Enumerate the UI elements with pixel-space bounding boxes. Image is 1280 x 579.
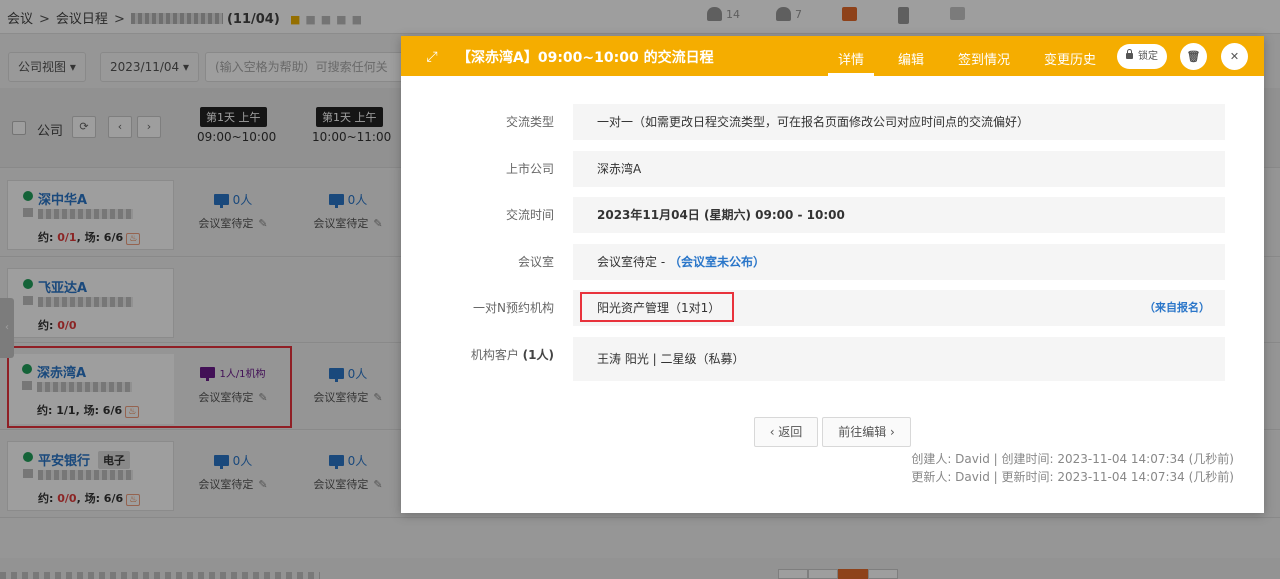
field-label: 机构客户 (1人) xyxy=(470,348,554,362)
close-button[interactable]: ✕ xyxy=(1221,43,1248,70)
field-value: 会议室待定 - （会议室未公布） xyxy=(573,244,1225,280)
trash-icon: 🗑 xyxy=(1186,50,1201,63)
field-value: 一对一（如需更改日程交流类型，可在报名页面修改公司对应时间点的交流偏好） xyxy=(573,104,1225,140)
modal-title: 【深赤湾A】09:00~10:00 的交流日程 xyxy=(457,50,714,66)
modal-header: ⤢ 【深赤湾A】09:00~10:00 的交流日程 详情 编辑 签到情况 变更历… xyxy=(401,36,1264,76)
field-label: 上市公司 xyxy=(505,162,554,176)
tab-checkin[interactable]: 签到情况 xyxy=(958,49,1010,68)
tab-details[interactable]: 详情 xyxy=(827,49,875,76)
field-label: 交流时间 xyxy=(505,208,554,222)
organization-highlight-box xyxy=(580,292,734,322)
field-value: 深赤湾A xyxy=(573,151,1225,187)
go-edit-button[interactable]: 前往编辑 › xyxy=(822,417,911,447)
field-value: 王涛 阳光 | 二星级（私募） xyxy=(573,337,1225,381)
expand-icon[interactable]: ⤢ xyxy=(421,47,443,67)
lock-label: 锁定 xyxy=(1138,51,1158,62)
room-link[interactable]: （会议室未公布） xyxy=(669,255,765,269)
tab-edit[interactable]: 编辑 xyxy=(898,49,924,68)
updater-info: 更新人: David | 更新时间: 2023-11-04 14:07:34 (… xyxy=(911,470,1234,484)
lock-button[interactable]: 锁定 xyxy=(1117,44,1167,69)
close-icon: ✕ xyxy=(1229,50,1240,63)
org-source-link[interactable]: （来自报名） xyxy=(1144,290,1210,326)
field-label: 会议室 xyxy=(517,255,554,269)
creator-info: 创建人: David | 创建时间: 2023-11-04 14:07:34 (… xyxy=(911,452,1234,466)
lock-icon xyxy=(1126,49,1133,59)
schedule-detail-modal: ⤢ 【深赤湾A】09:00~10:00 的交流日程 详情 编辑 签到情况 变更历… xyxy=(401,36,1264,513)
back-button[interactable]: ‹ 返回 xyxy=(754,417,818,447)
field-label: 一对N预约机构 xyxy=(473,301,554,315)
field-value: 2023年11月04日 (星期六) 09:00 - 10:00 xyxy=(573,197,1225,233)
delete-button[interactable]: 🗑 xyxy=(1180,43,1207,70)
tab-history[interactable]: 变更历史 xyxy=(1044,49,1096,68)
field-label: 交流类型 xyxy=(505,115,554,129)
